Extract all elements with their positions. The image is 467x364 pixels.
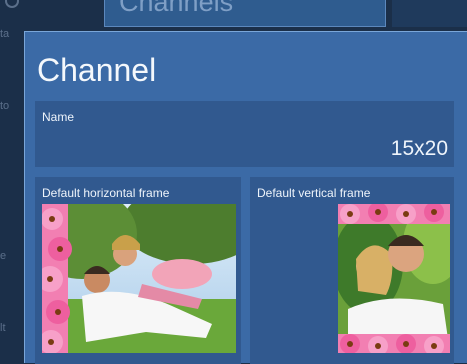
dialog-title: Channel [37,52,157,88]
background-side-text: to [0,100,10,112]
horizontal-frame-thumbnail[interactable] [42,204,236,353]
background-side-text: lt [0,322,6,334]
background-side-text: ta [0,28,10,40]
background-right-panel [392,0,467,27]
background-header: Channels [104,0,386,27]
back-icon [5,0,19,8]
default-vertical-frame-card[interactable]: Default vertical frame [250,177,454,364]
default-horizontal-frame-card[interactable]: Default horizontal frame [35,177,241,364]
background-header-title: Channels [119,0,234,17]
name-field[interactable]: Name 15x20 [35,101,454,167]
background-side-text: e [0,250,7,262]
name-field-label: Name [42,110,75,124]
name-field-value[interactable]: 15x20 [391,137,448,161]
channel-dialog: Channel Name 15x20 Default horizontal fr… [24,31,467,364]
horizontal-frame-label: Default horizontal frame [42,186,170,200]
vertical-frame-thumbnail[interactable] [338,204,450,353]
vertical-frame-label: Default vertical frame [257,186,371,200]
